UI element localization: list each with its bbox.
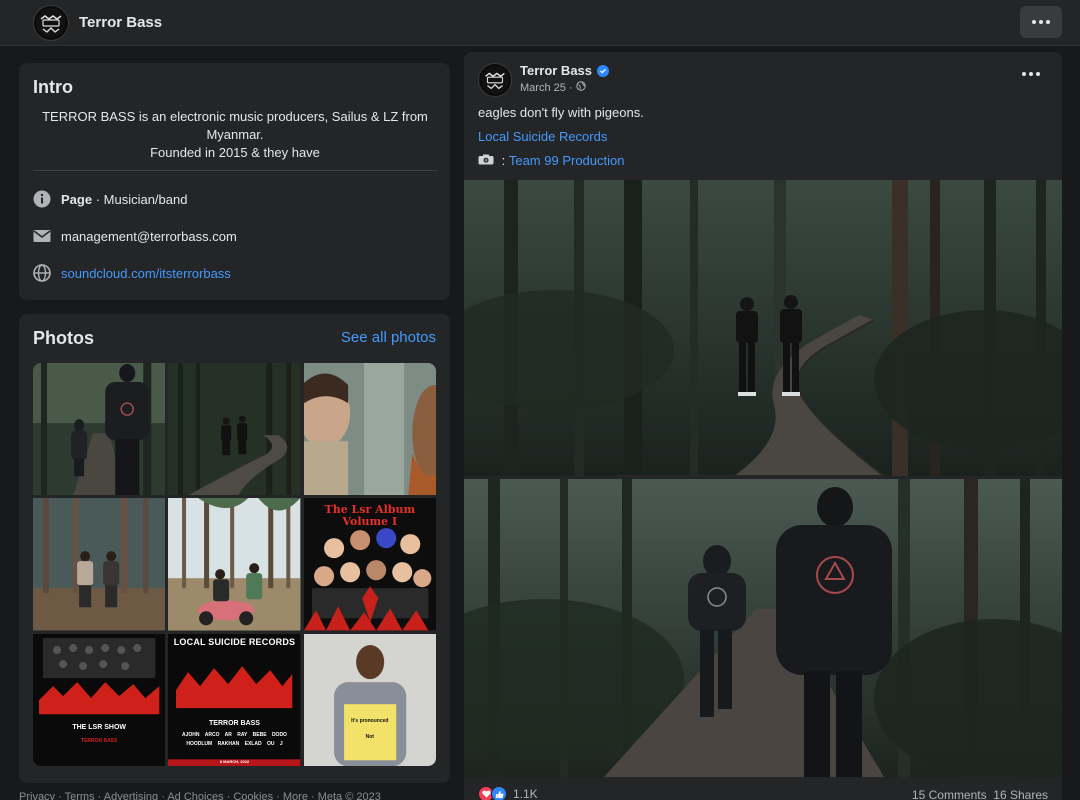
photo-thumbnail[interactable]	[168, 498, 301, 631]
globe-icon	[33, 264, 51, 282]
sign-line2: Not	[365, 733, 374, 740]
bio-line: Myanmar.	[206, 127, 264, 142]
intro-bio: TERROR BASS is an electronic music produ…	[33, 108, 437, 162]
public-globe-icon	[575, 81, 586, 94]
photo-thumbnail[interactable]	[33, 498, 166, 631]
email-text: management@terrorbass.com	[61, 228, 237, 244]
records-poster-thumbnail[interactable]: LOCAL SUICIDE RECORDS TERROR BASS AJOHN …	[168, 633, 301, 766]
photo-grid: The Lsr Album Volume I THE LSR SHOW TERR…	[33, 363, 436, 766]
show-poster-thumbnail[interactable]: THE LSR SHOW TERROR BASS	[33, 633, 166, 766]
photo-thumbnail[interactable]: It's pronounced Not	[303, 633, 436, 766]
records-title: LOCAL SUICIDE RECORDS	[173, 636, 296, 647]
more-dots-icon	[1032, 20, 1050, 24]
photos-card: Photos See all photos The Lsr Album Volu…	[19, 314, 450, 783]
post-more-button[interactable]	[1022, 72, 1040, 76]
post-credit-link[interactable]: Team 99 Production	[509, 153, 625, 168]
like-reaction-icon	[491, 786, 507, 800]
sign-line1: It's pronounced	[351, 717, 389, 724]
bio-line: Founded in 2015 & they have	[150, 145, 320, 160]
footer-links[interactable]: Privacy · Terms · Advertising · Ad Choic…	[19, 791, 381, 800]
show-sub: TERROR BASS	[80, 737, 118, 744]
records-artist: TERROR BASS	[209, 719, 260, 727]
more-dots-icon	[1022, 72, 1040, 76]
post-image-boardwalk[interactable]	[464, 180, 1062, 476]
intro-divider	[33, 170, 437, 171]
album-art-thumbnail[interactable]: The Lsr Album Volume I	[303, 498, 436, 631]
records-date: 8 MARCH, 2022	[219, 758, 250, 764]
album-title-line2: Volume I	[342, 515, 398, 529]
intro-title: Intro	[33, 77, 73, 97]
show-name: THE LSR SHOW	[72, 723, 126, 731]
author-name-text[interactable]: Terror Bass	[520, 63, 592, 78]
lineup-row2: HOODLUM RAKHAN EXLAD OU J	[186, 740, 283, 747]
reaction-count[interactable]: 1.1K	[513, 787, 538, 800]
post-date-text[interactable]: March 25 ·	[520, 82, 573, 94]
bio-line: TERROR BASS is an electronic music produ…	[42, 109, 428, 124]
lineup-row1: AJOHN ARCO AR RAY BEBE DODO	[182, 731, 287, 738]
page-type-label: Page	[61, 191, 93, 207]
see-all-photos-link[interactable]: See all photos	[341, 329, 436, 346]
post-image-walking[interactable]	[464, 479, 1062, 777]
photo-thumbnail[interactable]	[168, 363, 301, 496]
post-author-avatar[interactable]	[478, 63, 512, 97]
post-mention-link[interactable]: Local Suicide Records	[478, 129, 607, 144]
page-type-row: Page · Musician/band	[33, 190, 187, 208]
post-card: Terror Bass March 25 · eagles don't fly …	[464, 52, 1062, 800]
mail-icon	[33, 227, 51, 245]
post-author-name[interactable]: Terror Bass	[520, 63, 610, 78]
intro-card: Intro TERROR BASS is an electronic music…	[19, 63, 450, 300]
website-link[interactable]: soundcloud.com/itsterrorbass	[61, 266, 231, 281]
website-row: soundcloud.com/itsterrorbass	[33, 264, 231, 282]
terror-bass-logo-icon[interactable]	[33, 5, 69, 41]
info-icon	[33, 190, 51, 208]
camera-icon	[478, 153, 494, 168]
reaction-summary[interactable]: 1.1K	[478, 786, 538, 800]
page-title[interactable]: Terror Bass	[79, 14, 162, 31]
page-header-bar: Terror Bass	[0, 0, 1080, 46]
credit-prefix: :	[498, 153, 509, 168]
email-row: management@terrorbass.com	[33, 227, 237, 245]
photo-thumbnail[interactable]	[303, 363, 436, 496]
photo-thumbnail[interactable]	[33, 363, 166, 496]
page-category: · Musician/band	[92, 191, 188, 207]
post-text: eagles don't fly with pigeons.	[478, 105, 644, 120]
post-timestamp[interactable]: March 25 ·	[520, 81, 586, 94]
photos-title: Photos	[33, 328, 94, 348]
post-credit-line: : Team 99 Production	[478, 153, 624, 168]
verified-badge-icon	[597, 64, 610, 77]
comments-shares-stats[interactable]: 15 Comments 16 Shares	[912, 788, 1048, 800]
more-options-button[interactable]	[1020, 6, 1062, 38]
